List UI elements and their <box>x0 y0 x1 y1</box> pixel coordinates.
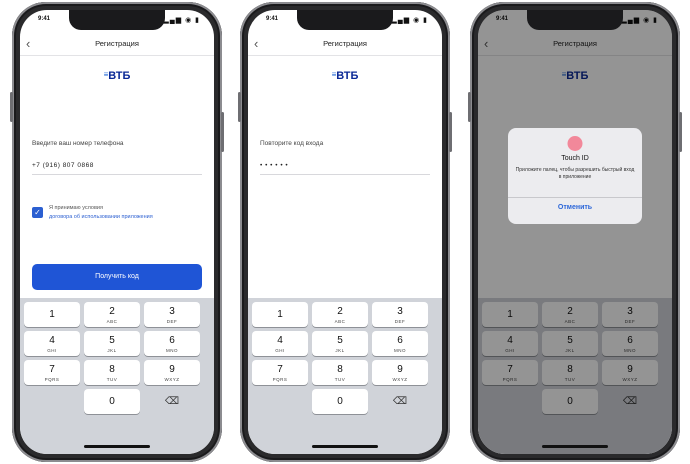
home-indicator <box>542 445 608 448</box>
cancel-button[interactable]: Отменить <box>508 204 642 211</box>
touch-id-dialog: Touch ID Приложите палец, чтобы разрешит… <box>508 128 642 224</box>
power-button <box>449 112 452 152</box>
nav-bar: ‹ Регистрация <box>248 34 442 56</box>
key-1[interactable]: 1 <box>24 302 80 327</box>
volume-button <box>10 92 13 122</box>
volume-button <box>468 92 471 122</box>
key-0[interactable]: 0 <box>84 389 140 414</box>
get-code-button[interactable]: Получить код <box>32 264 202 290</box>
notch <box>69 10 165 30</box>
code-input[interactable]: • • • • • • <box>260 162 288 169</box>
vtb-logo-text: ВТБ <box>336 70 359 82</box>
power-button <box>679 112 682 152</box>
screen-code: 9:41 ▂▄▆ ◉ ▮ ‹ Регистрация ≡ ВТБ Повторит… <box>248 10 442 454</box>
vtb-stripes-icon: ≡ <box>103 70 108 79</box>
code-field-label: Повторите код входа <box>260 140 324 147</box>
volume-button <box>238 92 241 122</box>
key-3[interactable]: 3 DEF <box>144 302 200 327</box>
phone-field-label: Введите ваш номер телефона <box>32 140 124 147</box>
vtb-logo: ≡ ВТБ <box>20 70 214 82</box>
key-3[interactable]: 3 DEF <box>372 302 428 327</box>
key-2[interactable]: 2 ABC <box>312 302 368 327</box>
terms-checkbox[interactable]: ✓ <box>32 207 43 218</box>
terms-link[interactable]: договора об использовании приложения <box>49 214 153 220</box>
status-time: 9:41 <box>266 16 279 22</box>
key-0[interactable]: 0 <box>312 389 368 414</box>
phone-frame-touch-id: 9:41 ▂▄▆ ◉ ▮ ‹ Регистрация ≡ ВТБ 1 2 ABC 3… <box>468 2 682 462</box>
home-indicator <box>84 445 150 448</box>
dim-overlay <box>478 10 672 454</box>
notch <box>297 10 393 30</box>
notch <box>527 10 623 30</box>
page-title: Регистрация <box>95 39 139 48</box>
vtb-stripes-icon: ≡ <box>331 70 336 79</box>
fingerprint-icon <box>567 136 583 151</box>
phone-frame-registration: 9:41 ▂▄▆ ◉ ▮ ‹ Регистрация ≡ ВТБ Введите … <box>10 2 224 462</box>
home-indicator <box>312 445 378 448</box>
terms-agreement: ✓ Я принимаю условия договора об использ… <box>32 205 202 227</box>
phone-input[interactable]: +7 (916) 807 0868 <box>32 162 94 169</box>
phone-input-underline <box>32 174 202 175</box>
vtb-logo-text: ВТБ <box>108 70 131 82</box>
key-8[interactable]: 8 TUV <box>312 360 368 385</box>
dialog-divider <box>508 197 642 198</box>
numeric-keypad: 1 2 ABC 3 DEF 4 GHI 5 JKL 6 MNO 7 PQRS 8 TUV 9W… <box>248 298 442 454</box>
signal-battery-icon: ▂▄▆ ◉ ▮ <box>391 17 428 24</box>
screen-touch-id: 9:41 ▂▄▆ ◉ ▮ ‹ Регистрация ≡ ВТБ 1 2 ABC 3… <box>478 10 672 454</box>
dialog-title: Touch ID <box>561 155 589 162</box>
key-6[interactable]: 6 MNO <box>372 331 428 356</box>
key-4[interactable]: 4 GHI <box>252 331 308 356</box>
key-9[interactable]: 9 WXYZ <box>144 360 200 385</box>
power-button <box>221 112 224 152</box>
numeric-keypad: 1 2 ABC 3 DEF 4 GHI 5 JKL 6 MNO 7 PQRS 8 TUV 9W… <box>20 298 214 454</box>
key-5[interactable]: 5 JKL <box>312 331 368 356</box>
key-6[interactable]: 6 MNO <box>144 331 200 356</box>
screen-registration: 9:41 ▂▄▆ ◉ ▮ ‹ Регистрация ≡ ВТБ Введите … <box>20 10 214 454</box>
delete-icon[interactable]: ⌫ <box>372 389 428 414</box>
delete-icon[interactable]: ⌫ <box>144 389 200 414</box>
status-time: 9:41 <box>38 16 51 22</box>
code-input-underline <box>260 174 430 175</box>
page-title: Регистрация <box>323 39 367 48</box>
terms-text: Я принимаю условия <box>49 205 103 211</box>
key-8[interactable]: 8 TUV <box>84 360 140 385</box>
key-2[interactable]: 2 ABC <box>84 302 140 327</box>
key-4[interactable]: 4 GHI <box>24 331 80 356</box>
dialog-message: Приложите палец, чтобы разрешить быстрый… <box>515 167 635 180</box>
vtb-logo: ≡ ВТБ <box>248 70 442 82</box>
phone-frame-code: 9:41 ▂▄▆ ◉ ▮ ‹ Регистрация ≡ ВТБ Повторит… <box>238 2 452 462</box>
key-5[interactable]: 5 JKL <box>84 331 140 356</box>
nav-bar: ‹ Регистрация <box>20 34 214 56</box>
signal-battery-icon: ▂▄▆ ◉ ▮ <box>163 17 200 24</box>
key-7[interactable]: 7 PQRS <box>252 360 308 385</box>
key-7[interactable]: 7 PQRS <box>24 360 80 385</box>
key-9[interactable]: 9 WXYZ <box>372 360 428 385</box>
key-1[interactable]: 1 <box>252 302 308 327</box>
